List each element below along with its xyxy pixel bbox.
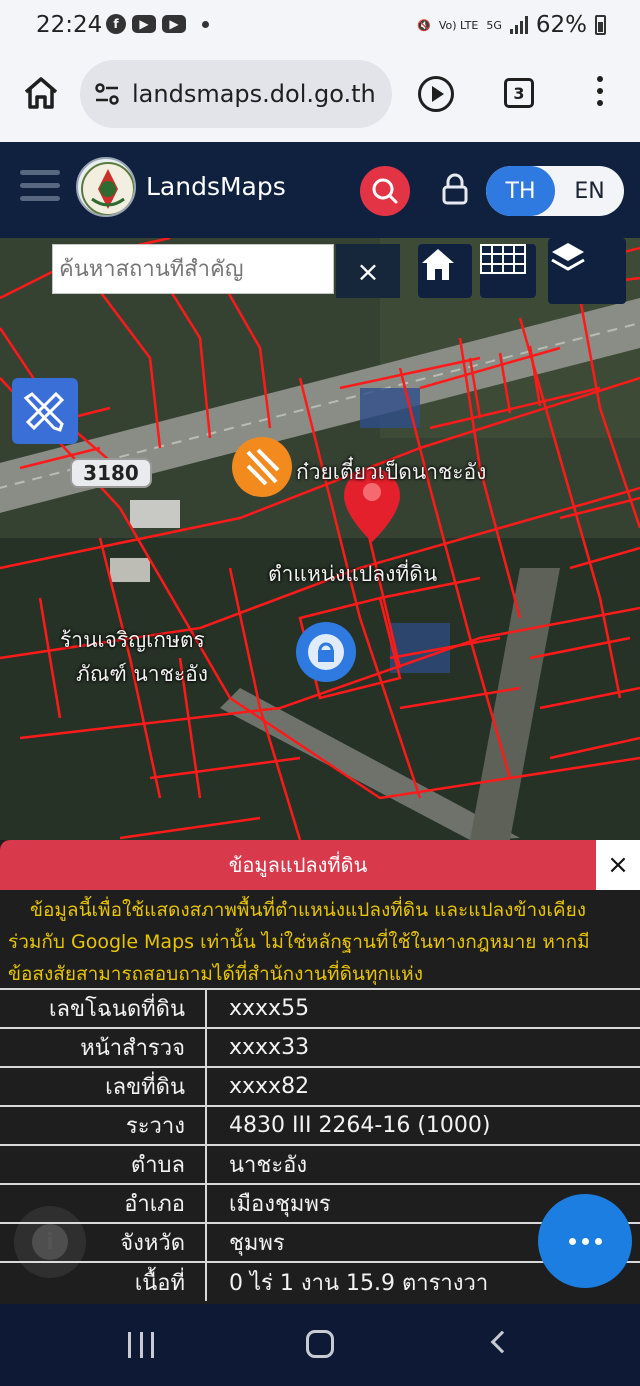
more-menu-icon[interactable] xyxy=(590,76,610,112)
shop-label-line2: ภัณฑ์ นาชะอัง xyxy=(76,662,208,686)
row-value: นาชะอัง xyxy=(206,1144,640,1184)
lock-icon[interactable] xyxy=(440,172,470,206)
system-nav-bar xyxy=(0,1304,640,1386)
table-row: ตำบล นาชะอัง xyxy=(0,1144,640,1184)
row-label: ตำบล xyxy=(0,1144,207,1184)
table-row: เลขโฉนดที่ดิน xxxx55 xyxy=(0,988,640,1028)
map-home-button[interactable] xyxy=(418,244,472,298)
disclaimer-line: ร่วมกับ Google Maps เท่านั้น ไม่ใช่หลักฐ… xyxy=(8,931,590,953)
disclaimer-note: ข้อมูลนี้เพื่อใช้แสดงสภาพพื้นที่ตำแหน่งแ… xyxy=(8,894,638,990)
row-value: xxxx33 xyxy=(206,1027,640,1067)
row-value: 4830 III 2264-16 (1000) xyxy=(206,1105,640,1145)
clear-search-button[interactable]: × xyxy=(336,244,400,298)
table-row: หน้าสำรวจ xxxx33 xyxy=(0,1027,640,1067)
battery-icon xyxy=(595,15,606,35)
nav-home-icon[interactable] xyxy=(306,1330,334,1358)
info-button[interactable]: i xyxy=(14,1206,86,1278)
satellite-map xyxy=(0,238,640,840)
table-row: ระวาง 4830 III 2264-16 (1000) xyxy=(0,1105,640,1145)
status-app-icons: f ▶ ▶ xyxy=(106,14,209,34)
search-button[interactable] xyxy=(360,166,410,216)
status-bar: 22:24 f ▶ ▶ 🔇 Vo) LTE 5G 62% xyxy=(0,0,640,52)
volte-label: Vo) LTE xyxy=(438,18,479,32)
hamburger-menu-icon[interactable] xyxy=(20,170,60,204)
row-label: เลขโฉนดที่ดิน xyxy=(0,988,207,1028)
more-actions-button[interactable] xyxy=(538,1194,632,1288)
youtube-icon: ▶ xyxy=(132,15,156,33)
network-label: 5G xyxy=(486,18,502,32)
battery-percent: 62% xyxy=(535,12,587,38)
disclaimer-line: ข้อสงสัยสามารถสอบถามได้ที่สำนักงานที่ดิน… xyxy=(8,963,423,985)
status-time: 22:24 xyxy=(36,12,103,38)
facebook-icon: f xyxy=(106,14,126,34)
road-number-sign: 3180 xyxy=(70,458,152,488)
youtube-icon: ▶ xyxy=(162,15,186,33)
row-label: เลขที่ดิน xyxy=(0,1066,207,1106)
site-settings-icon[interactable] xyxy=(94,81,120,107)
address-bar[interactable]: landsmaps.dol.go.th xyxy=(80,60,392,128)
parcel-position-label: ตำแหน่งแปลงที่ดิน xyxy=(268,562,438,586)
map-poi-label: ก๋วยเตี๋ยวเป็ดนาชะอัง xyxy=(296,460,487,484)
map-view[interactable]: × 3180 ก๋วยเตี๋ยวเป็ดนาชะอัง ตำแหน่งแปลง… xyxy=(0,238,640,840)
shop-label: ร้านเจริญเกษตร xyxy=(60,628,205,652)
tab-switcher-button[interactable]: 3 xyxy=(504,78,534,108)
map-grid-button[interactable] xyxy=(480,244,536,298)
measure-tool-button[interactable] xyxy=(12,378,78,444)
row-value: xxxx55 xyxy=(206,988,640,1028)
status-right: 🔇 Vo) LTE 5G 62% xyxy=(417,12,606,38)
row-label: หน้าสำรวจ xyxy=(0,1027,207,1067)
close-panel-button[interactable]: × xyxy=(596,840,640,890)
department-logo xyxy=(76,157,136,217)
grid-icon xyxy=(480,244,526,274)
house-icon xyxy=(422,249,454,280)
app-header: LandsMaps TH EN xyxy=(0,142,640,238)
play-icon[interactable] xyxy=(418,76,454,112)
map-layers-button[interactable] xyxy=(548,238,626,304)
lang-th-button[interactable]: TH xyxy=(486,166,555,216)
info-icon: i xyxy=(32,1224,68,1260)
search-icon xyxy=(372,178,398,204)
app-title: LandsMaps xyxy=(146,172,286,201)
signal-icon xyxy=(509,16,528,34)
more-notifications-icon xyxy=(202,20,209,28)
language-toggle: TH EN xyxy=(486,166,624,216)
recent-apps-icon[interactable] xyxy=(128,1332,154,1358)
lang-en-button[interactable]: EN xyxy=(555,166,624,216)
table-row: เนื้อที่ 0 ไร่ 1 งาน 15.9 ตารางวา xyxy=(0,1261,640,1301)
browser-toolbar: landsmaps.dol.go.th 3 xyxy=(0,52,640,142)
place-search-field[interactable] xyxy=(52,244,334,294)
disclaimer-line: ข้อมูลนี้เพื่อใช้แสดงสภาพพื้นที่ตำแหน่งแ… xyxy=(30,899,587,921)
url-text: landsmaps.dol.go.th xyxy=(132,80,376,108)
place-search-input[interactable] xyxy=(53,256,333,282)
ruler-pencil-icon xyxy=(23,391,65,432)
row-label: ระวาง xyxy=(0,1105,207,1145)
back-icon[interactable] xyxy=(490,1330,514,1354)
row-value: xxxx82 xyxy=(206,1066,640,1106)
layers-icon xyxy=(551,243,585,271)
home-icon[interactable] xyxy=(22,74,60,112)
table-row: เลขที่ดิน xxxx82 xyxy=(0,1066,640,1106)
panel-title: ข้อมูลแปลงที่ดิน xyxy=(0,840,596,890)
mute-icon: 🔇 xyxy=(417,18,431,32)
